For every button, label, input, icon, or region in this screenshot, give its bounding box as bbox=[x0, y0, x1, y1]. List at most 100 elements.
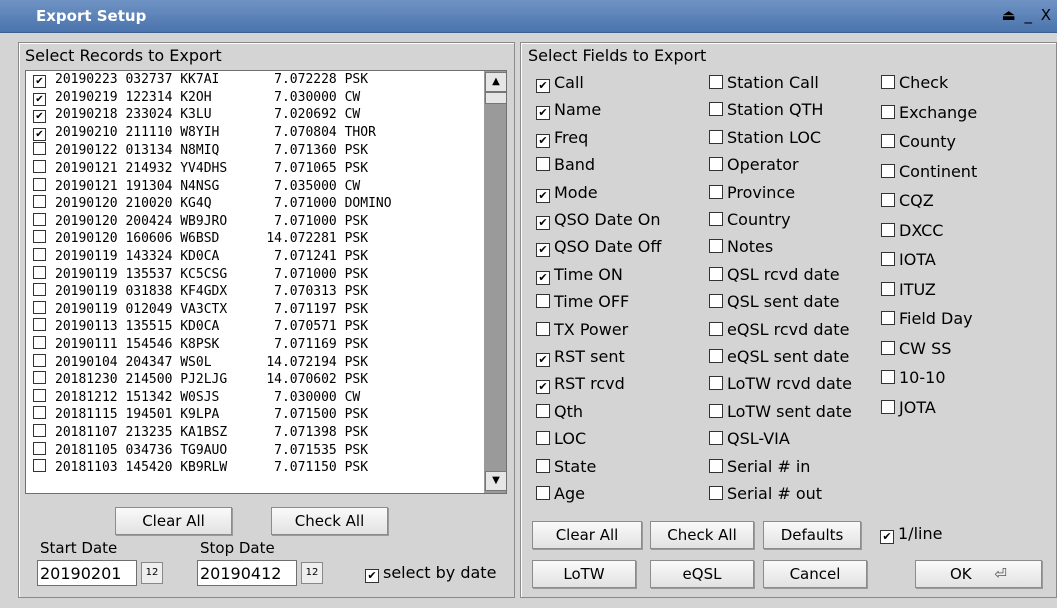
checkbox-box[interactable] bbox=[881, 370, 895, 384]
checkbox-box[interactable] bbox=[881, 281, 895, 296]
field-checkbox[interactable]: QSL-VIA bbox=[709, 429, 790, 449]
checkbox-box[interactable] bbox=[881, 340, 895, 355]
start-date-input[interactable]: 20190201 bbox=[37, 560, 137, 586]
record-checkbox[interactable] bbox=[33, 388, 46, 402]
field-checkbox[interactable]: QSL sent date bbox=[709, 292, 840, 312]
field-checkbox[interactable]: QSL rcvd date bbox=[709, 265, 840, 285]
checkbox-box[interactable] bbox=[709, 212, 723, 226]
field-checkbox[interactable]: Qth bbox=[536, 402, 583, 422]
record-row[interactable]: 20190113 135515 KD0CA 7.070571 PSK bbox=[26, 318, 368, 334]
record-checkbox[interactable] bbox=[33, 212, 46, 226]
checkbox-box[interactable] bbox=[536, 157, 550, 172]
checkbox-box[interactable]: ✔ bbox=[536, 133, 550, 148]
checkbox-box[interactable] bbox=[881, 75, 895, 89]
field-checkbox[interactable]: Station Call bbox=[709, 73, 819, 93]
checkbox-box[interactable]: ✔ bbox=[536, 106, 550, 121]
field-checkbox[interactable]: Band bbox=[536, 155, 595, 175]
eqsl-button[interactable]: eQSL bbox=[650, 560, 754, 588]
lotw-button[interactable]: LoTW bbox=[532, 560, 636, 588]
field-checkbox[interactable]: Serial # out bbox=[709, 484, 822, 504]
field-checkbox[interactable]: ✔ Freq bbox=[536, 128, 588, 148]
record-checkbox[interactable] bbox=[33, 160, 46, 173]
start-calendar-icon[interactable]: 12 bbox=[141, 562, 163, 584]
checkbox-box[interactable] bbox=[709, 184, 723, 199]
record-row[interactable]: ✔ 20190219 122314 K2OH 7.030000 CW bbox=[26, 90, 360, 106]
checkbox-box[interactable] bbox=[881, 252, 895, 266]
checkbox-box[interactable] bbox=[709, 266, 723, 281]
checkbox-box[interactable] bbox=[881, 222, 895, 237]
record-checkbox[interactable]: ✔ bbox=[33, 127, 46, 141]
checkbox-box[interactable] bbox=[536, 294, 550, 309]
field-checkbox[interactable]: Check bbox=[881, 73, 948, 93]
field-checkbox[interactable]: Notes bbox=[709, 237, 773, 257]
field-checkbox[interactable]: ✔ QSO Date Off bbox=[536, 237, 661, 258]
scroll-down-arrow-icon[interactable]: ▼ bbox=[485, 471, 506, 491]
checkbox-box[interactable]: ✔ bbox=[536, 270, 550, 285]
record-checkbox[interactable] bbox=[33, 336, 46, 349]
defaults-button[interactable]: Defaults bbox=[763, 521, 861, 549]
record-checkbox[interactable]: ✔ bbox=[33, 75, 46, 88]
record-checkbox[interactable]: ✔ bbox=[33, 92, 46, 106]
record-row[interactable]: 20181103 145420 KB9RLW 7.071150 PSK bbox=[26, 459, 368, 475]
field-checkbox[interactable]: State bbox=[536, 457, 596, 477]
field-checkbox[interactable]: LoTW sent date bbox=[709, 402, 852, 422]
field-checkbox[interactable]: Time OFF bbox=[536, 292, 629, 312]
checkbox-box[interactable] bbox=[709, 129, 723, 144]
field-checkbox[interactable]: IOTA bbox=[881, 250, 936, 270]
checkbox-box[interactable] bbox=[881, 399, 895, 414]
record-row[interactable]: ✔ 20190218 233024 K3LU 7.020692 CW bbox=[26, 107, 360, 124]
checkbox-box[interactable] bbox=[709, 458, 723, 473]
record-row[interactable]: 20190119 143324 KD0CA 7.071241 PSK bbox=[26, 248, 368, 264]
record-checkbox[interactable] bbox=[33, 406, 46, 420]
field-checkbox[interactable]: ✔ Mode bbox=[536, 183, 598, 203]
record-row[interactable]: 20190119 031838 KF4GDX 7.070313 PSK bbox=[26, 283, 368, 299]
checkbox-box[interactable] bbox=[709, 403, 723, 418]
field-checkbox[interactable]: eQSL sent date bbox=[709, 347, 849, 367]
checkbox-box[interactable]: ✔ bbox=[536, 380, 550, 395]
field-checkbox[interactable]: JOTA bbox=[881, 398, 936, 418]
stop-date-input[interactable]: 20190412 bbox=[197, 560, 297, 586]
checkbox-box[interactable] bbox=[881, 193, 895, 207]
stop-calendar-icon[interactable]: 12 bbox=[301, 562, 323, 584]
record-checkbox[interactable] bbox=[33, 424, 46, 437]
record-row[interactable]: 20190121 191304 N4NSG 7.035000 CW bbox=[26, 177, 360, 194]
field-checkbox[interactable]: ITUZ bbox=[881, 280, 936, 300]
record-checkbox[interactable] bbox=[33, 441, 46, 455]
record-row[interactable]: 20181230 214500 PJ2LJG 14.070602 PSK bbox=[26, 371, 368, 387]
record-checkbox[interactable] bbox=[33, 230, 46, 244]
records-scrollbar[interactable]: ▲ ▼ bbox=[484, 71, 506, 493]
checkbox-box[interactable] bbox=[536, 458, 550, 473]
checkbox-box[interactable] bbox=[709, 486, 723, 500]
field-checkbox[interactable]: LoTW rcvd date bbox=[709, 374, 852, 394]
record-row[interactable]: ✔ 20190210 211110 W8YIH 7.070804 THOR bbox=[26, 125, 376, 141]
field-checkbox[interactable]: ✔ Call bbox=[536, 73, 584, 93]
checkbox-box[interactable] bbox=[709, 349, 723, 363]
field-checkbox[interactable]: ✔ RST rcvd bbox=[536, 374, 625, 395]
checkbox-box[interactable]: ✔ bbox=[536, 79, 550, 93]
field-checkbox[interactable]: ✔ Name bbox=[536, 100, 601, 121]
field-checkbox[interactable]: Operator bbox=[709, 155, 799, 175]
record-row[interactable]: 20190120 210020 KG4Q 7.071000 DOMINO bbox=[26, 195, 392, 211]
record-row[interactable]: 20190104 204347 WS0L 14.072194 PSK bbox=[26, 353, 368, 370]
record-checkbox[interactable] bbox=[33, 353, 46, 367]
checkbox-box[interactable] bbox=[709, 102, 723, 117]
field-checkbox[interactable]: ✔ QSO Date On bbox=[536, 210, 661, 230]
checkbox-box[interactable] bbox=[709, 239, 723, 254]
record-row[interactable]: 20190119 012049 VA3CTX 7.071197 PSK bbox=[26, 300, 368, 317]
record-checkbox[interactable] bbox=[33, 300, 46, 314]
checkbox-box[interactable]: ✔ bbox=[536, 188, 550, 203]
checkbox-box[interactable] bbox=[536, 321, 550, 336]
field-checkbox[interactable]: Continent bbox=[881, 162, 977, 182]
field-checkbox[interactable]: Age bbox=[536, 484, 585, 504]
checkbox-box[interactable]: ✔ bbox=[536, 216, 550, 230]
checkbox-box[interactable] bbox=[881, 134, 895, 148]
field-checkbox[interactable]: CQZ bbox=[881, 191, 934, 211]
record-checkbox[interactable] bbox=[33, 283, 46, 297]
record-row[interactable]: 20190122 013134 N8MIQ 7.071360 PSK bbox=[26, 142, 368, 158]
field-checkbox[interactable]: DXCC bbox=[881, 221, 943, 241]
scroll-thumb[interactable] bbox=[485, 92, 506, 104]
scroll-up-arrow-icon[interactable]: ▲ bbox=[485, 72, 506, 92]
field-checkbox[interactable]: Station QTH bbox=[709, 100, 823, 120]
field-checkbox[interactable]: CW SS bbox=[881, 339, 951, 359]
record-checkbox[interactable] bbox=[33, 318, 46, 332]
